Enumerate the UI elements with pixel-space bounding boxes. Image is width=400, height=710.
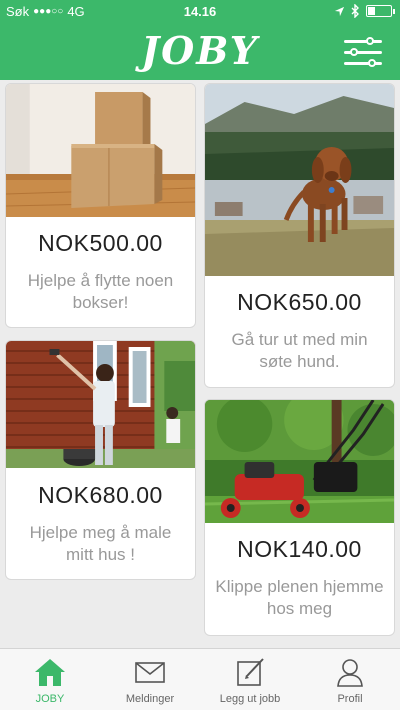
bluetooth-icon (351, 4, 359, 18)
job-image-lawnmower (205, 400, 394, 523)
job-card-painting[interactable]: NOK680.00 Hjelpe meg å male mitt hus ! (5, 340, 196, 580)
user-icon (337, 659, 363, 687)
job-card-lawnmower[interactable]: NOK140.00 Klippe plenen hjemme hos meg (204, 399, 395, 636)
app-logo: JOBY (141, 28, 259, 73)
job-feed[interactable]: NOK500.00 Hjelpe å flytte noen bokser! N… (0, 80, 400, 648)
tab-meldinger[interactable]: Meldinger (100, 649, 200, 710)
tab-label: Legg ut jobb (219, 693, 281, 705)
job-card-boxes[interactable]: NOK500.00 Hjelpe å flytte noen bokser! (5, 83, 196, 328)
tab-legg-ut-jobb[interactable]: Legg ut jobb (200, 649, 300, 710)
tab-bar: JOBY Meldinger Legg ut jobb Profil (0, 648, 400, 710)
sliders-icon (366, 37, 374, 45)
job-image-dog (205, 84, 394, 276)
job-image-boxes (6, 84, 195, 217)
job-description: Gå tur ut med min søte hund. (231, 330, 368, 371)
edit-icon (237, 658, 264, 686)
location-arrow-icon (334, 6, 345, 16)
app-header: JOBY (0, 24, 400, 80)
job-description: Hjelpe meg å male mitt hus ! (29, 523, 172, 564)
tab-label: JOBY (35, 693, 65, 705)
filter-menu-button[interactable] (344, 37, 382, 68)
tab-label: Meldinger (125, 693, 175, 705)
battery-icon (366, 5, 395, 17)
job-card-dog[interactable]: NOK650.00 Gå tur ut med min søte hund. (204, 83, 395, 388)
job-description: Klippe plenen hjemme hos meg (215, 577, 384, 618)
tab-joby[interactable]: JOBY (0, 649, 100, 710)
tab-profil[interactable]: Profil (300, 649, 400, 710)
job-price: NOK500.00 (38, 230, 163, 256)
job-price: NOK680.00 (38, 482, 163, 508)
envelope-icon (135, 662, 165, 683)
status-bar: Søk ●●●○○ 4G 14.16 (0, 0, 400, 24)
job-price: NOK650.00 (237, 289, 362, 315)
job-price: NOK140.00 (237, 536, 362, 562)
tab-label: Profil (337, 693, 363, 705)
job-description: Hjelpe å flytte noen bokser! (27, 271, 174, 312)
home-icon (35, 659, 65, 686)
status-right (334, 4, 395, 18)
job-image-painting (6, 341, 195, 468)
